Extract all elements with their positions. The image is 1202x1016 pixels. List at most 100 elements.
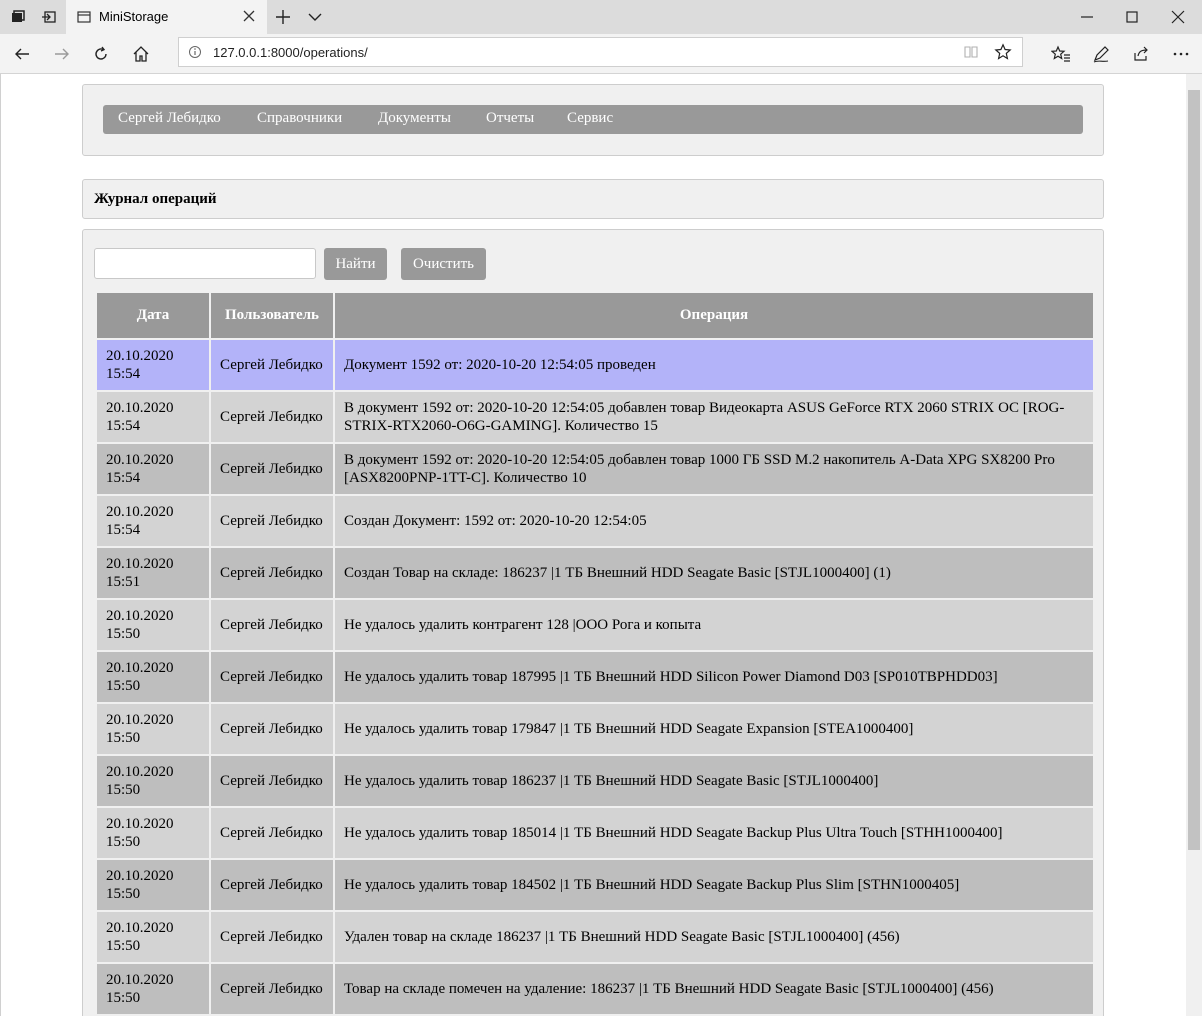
cell-date: 20.10.2020 15:54 xyxy=(95,338,211,392)
heading-panel: Журнал операций xyxy=(82,179,1104,219)
star-icon[interactable] xyxy=(994,43,1012,66)
operations-table: Дата Пользователь Операция 20.10.2020 15… xyxy=(95,291,1095,1016)
cell-user: Сергей Лебидко xyxy=(209,338,335,392)
url-field[interactable]: 127.0.0.1:8000/operations/ xyxy=(178,37,1023,67)
vertical-scrollbar[interactable] xyxy=(1186,74,1202,1016)
browser-tab-bar: MiniStorage xyxy=(0,0,1202,34)
cell-date: 20.10.2020 15:54 xyxy=(95,390,211,444)
cell-user: Сергей Лебидко xyxy=(209,598,335,652)
find-button[interactable]: Найти xyxy=(324,248,387,280)
cell-date: 20.10.2020 15:50 xyxy=(95,806,211,860)
chevron-down-icon[interactable] xyxy=(306,8,324,31)
menu-item-reports[interactable]: Отчеты xyxy=(486,110,534,127)
back-arrow-icon[interactable] xyxy=(11,43,33,65)
minimize-icon[interactable] xyxy=(1076,6,1098,28)
operations-table-body: 20.10.2020 15:54 Сергей Лебидко Документ 1… xyxy=(95,338,1095,1016)
tab-actions-icon[interactable] xyxy=(2,0,34,34)
more-icon[interactable] xyxy=(1170,43,1192,65)
column-header-operation[interactable]: Операция xyxy=(333,291,1095,340)
set-aside-tabs-icon[interactable] xyxy=(33,0,65,34)
page-viewport: Сергей Лебидко Справочники Документы Отч… xyxy=(0,74,1186,1016)
cell-date: 20.10.2020 15:50 xyxy=(95,650,211,704)
page-title: Журнал операций xyxy=(94,191,217,207)
cell-user: Сергей Лебидко xyxy=(209,754,335,808)
cell-operation: Не удалось удалить товар 179847 |1 ТБ Вн… xyxy=(333,702,1095,756)
forward-arrow-icon[interactable] xyxy=(51,43,73,65)
plus-icon[interactable] xyxy=(274,8,292,31)
cell-date: 20.10.2020 15:50 xyxy=(95,962,211,1016)
pen-icon[interactable] xyxy=(1090,43,1112,65)
cell-operation: Не удалось удалить товар 185014 |1 ТБ Вн… xyxy=(333,806,1095,860)
cell-user: Сергей Лебидко xyxy=(209,806,335,860)
cell-operation: Не удалось удалить контрагент 128 |ООО Р… xyxy=(333,598,1095,652)
favorites-icon[interactable] xyxy=(1050,43,1072,65)
operations-panel: Найти Очистить Дата Пользователь Операци… xyxy=(82,229,1104,1016)
nav-panel: Сергей Лебидко Справочники Документы Отч… xyxy=(82,84,1104,156)
cell-user: Сергей Лебидко xyxy=(209,390,335,444)
cell-user: Сергей Лебидко xyxy=(209,702,335,756)
menu-item-service[interactable]: Сервис xyxy=(567,110,613,127)
cell-user: Сергей Лебидко xyxy=(209,650,335,704)
cell-operation: В документ 1592 от: 2020-10-20 12:54:05 … xyxy=(333,390,1095,444)
cell-user: Сергей Лебидко xyxy=(209,858,335,912)
cell-date: 20.10.2020 15:50 xyxy=(95,702,211,756)
cell-user: Сергей Лебидко xyxy=(209,962,335,1016)
cell-user: Сергей Лебидко xyxy=(209,494,335,548)
table-row[interactable]: 20.10.2020 15:50 Сергей Лебидко Товар на с… xyxy=(95,962,1095,1016)
table-row[interactable]: 20.10.2020 15:50 Сергей Лебидко Не удалось… xyxy=(95,806,1095,860)
scrollbar-thumb[interactable] xyxy=(1188,90,1200,850)
cell-date: 20.10.2020 15:50 xyxy=(95,598,211,652)
table-row[interactable]: 20.10.2020 15:54 Сергей Лебидко Создан Док… xyxy=(95,494,1095,548)
cell-date: 20.10.2020 15:54 xyxy=(95,442,211,496)
cell-operation: Создан Товар на складе: 186237 |1 ТБ Вне… xyxy=(333,546,1095,600)
page-icon xyxy=(77,10,91,27)
cell-date: 20.10.2020 15:54 xyxy=(95,494,211,548)
menu-item-documents[interactable]: Документы xyxy=(378,110,451,127)
cell-date: 20.10.2020 15:50 xyxy=(95,858,211,912)
menu-item-user[interactable]: Сергей Лебидко xyxy=(118,110,221,127)
column-header-date[interactable]: Дата xyxy=(95,291,211,340)
table-row[interactable]: 20.10.2020 15:50 Сергей Лебидко Удален тов… xyxy=(95,910,1095,964)
table-row[interactable]: 20.10.2020 15:50 Сергей Лебидко Не удалось… xyxy=(95,754,1095,808)
cell-operation: Товар на складе помечен на удаление: 186… xyxy=(333,962,1095,1016)
cell-date: 20.10.2020 15:50 xyxy=(95,754,211,808)
home-icon[interactable] xyxy=(130,43,152,65)
url-text: 127.0.0.1:8000/operations/ xyxy=(213,45,368,60)
info-icon[interactable] xyxy=(188,45,202,64)
window-close-icon[interactable] xyxy=(1167,6,1189,28)
clear-button[interactable]: Очистить xyxy=(401,248,486,280)
cell-operation: Документ 1592 от: 2020-10-20 12:54:05 пр… xyxy=(333,338,1095,392)
main-menu: Сергей Лебидко Справочники Документы Отч… xyxy=(103,105,1083,134)
column-header-user[interactable]: Пользователь xyxy=(209,291,335,340)
table-row[interactable]: 20.10.2020 15:50 Сергей Лебидко Не удалось… xyxy=(95,650,1095,704)
table-row[interactable]: 20.10.2020 15:51 Сергей Лебидко Создан Тов… xyxy=(95,546,1095,600)
maximize-icon[interactable] xyxy=(1121,6,1143,28)
cell-user: Сергей Лебидко xyxy=(209,442,335,496)
table-row[interactable]: 20.10.2020 15:50 Сергей Лебидко Не удалось… xyxy=(95,598,1095,652)
table-row[interactable]: 20.10.2020 15:50 Сергей Лебидко Не удалось… xyxy=(95,858,1095,912)
table-row[interactable]: 20.10.2020 15:50 Сергей Лебидко Не удалось… xyxy=(95,702,1095,756)
cell-user: Сергей Лебидко xyxy=(209,910,335,964)
cell-user: Сергей Лебидко xyxy=(209,546,335,600)
cell-operation: Удален товар на складе 186237 |1 ТБ Внеш… xyxy=(333,910,1095,964)
browser-tab[interactable]: MiniStorage xyxy=(66,0,267,34)
table-row[interactable]: 20.10.2020 15:54 Сергей Лебидко В документ… xyxy=(95,390,1095,444)
share-icon[interactable] xyxy=(1130,43,1152,65)
search-input[interactable] xyxy=(94,248,316,279)
cell-operation: Не удалось удалить товар 187995 |1 ТБ Вн… xyxy=(333,650,1095,704)
cell-operation: Создан Документ: 1592 от: 2020-10-20 12:… xyxy=(333,494,1095,548)
table-header-row: Дата Пользователь Операция xyxy=(95,291,1095,340)
reading-view-icon[interactable] xyxy=(963,44,979,65)
refresh-icon[interactable] xyxy=(90,43,112,65)
address-bar: 127.0.0.1:8000/operations/ xyxy=(0,34,1202,74)
menu-item-directories[interactable]: Справочники xyxy=(257,110,342,127)
cell-date: 20.10.2020 15:50 xyxy=(95,910,211,964)
tab-title: MiniStorage xyxy=(99,9,169,24)
close-icon[interactable] xyxy=(242,9,256,26)
cell-operation: Не удалось удалить товар 186237 |1 ТБ Вн… xyxy=(333,754,1095,808)
table-row[interactable]: 20.10.2020 15:54 Сергей Лебидко В документ… xyxy=(95,442,1095,496)
cell-operation: В документ 1592 от: 2020-10-20 12:54:05 … xyxy=(333,442,1095,496)
cell-date: 20.10.2020 15:51 xyxy=(95,546,211,600)
table-row[interactable]: 20.10.2020 15:54 Сергей Лебидко Документ 1… xyxy=(95,338,1095,392)
cell-operation: Не удалось удалить товар 184502 |1 ТБ Вн… xyxy=(333,858,1095,912)
